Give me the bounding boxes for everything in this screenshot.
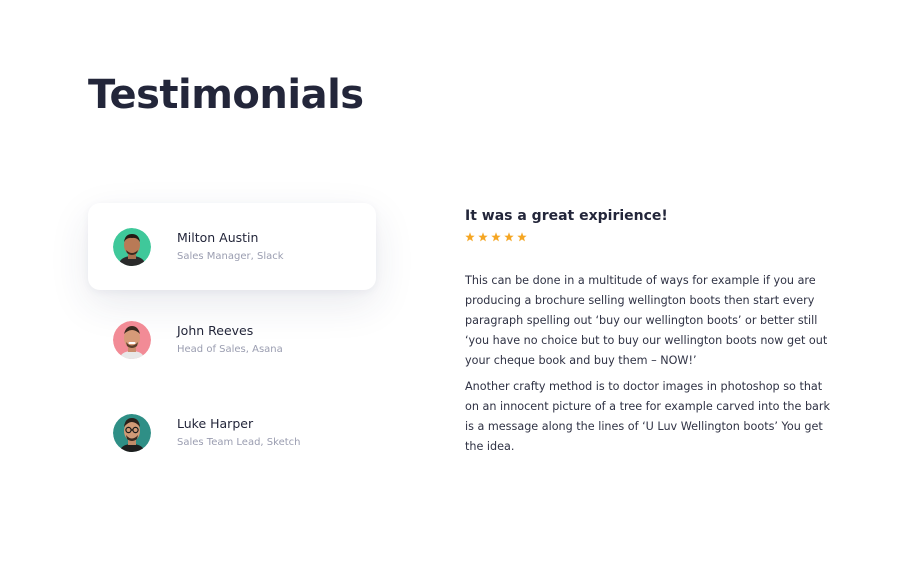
review-paragraph: Another crafty method is to doctor image… bbox=[465, 380, 830, 453]
star-icon bbox=[465, 232, 475, 242]
review-paragraph: This can be done in a multitude of ways … bbox=[465, 274, 828, 367]
avatar bbox=[113, 320, 151, 359]
person-role: Head of Sales, Asana bbox=[177, 344, 283, 355]
testimonial-people-list: Milton Austin Sales Manager, Slack John … bbox=[88, 203, 378, 482]
person-card-luke-harper[interactable]: Luke Harper Sales Team Lead, Sketch bbox=[88, 389, 376, 476]
star-icon bbox=[504, 232, 514, 242]
person-card-john-reeves[interactable]: John Reeves Head of Sales, Asana bbox=[88, 296, 376, 383]
person-name: John Reeves bbox=[177, 323, 254, 338]
star-icon bbox=[478, 232, 488, 242]
page-title: Testimonials bbox=[88, 72, 364, 118]
person-name: Milton Austin bbox=[177, 230, 259, 245]
testimonial-review: It was a great expirience! This can be d… bbox=[465, 208, 837, 457]
person-card-milton-austin[interactable]: Milton Austin Sales Manager, Slack bbox=[88, 203, 376, 290]
star-rating bbox=[465, 232, 837, 244]
star-icon bbox=[517, 232, 527, 242]
avatar bbox=[113, 227, 151, 266]
avatar bbox=[113, 413, 151, 452]
review-headline: It was a great expirience! bbox=[465, 208, 668, 224]
person-role: Sales Manager, Slack bbox=[177, 251, 284, 262]
person-name: Luke Harper bbox=[177, 416, 254, 431]
person-role: Sales Team Lead, Sketch bbox=[177, 437, 301, 448]
testimonials-section: Testimonials Milton Austin Sales Manager… bbox=[0, 0, 917, 581]
star-icon bbox=[491, 232, 501, 242]
